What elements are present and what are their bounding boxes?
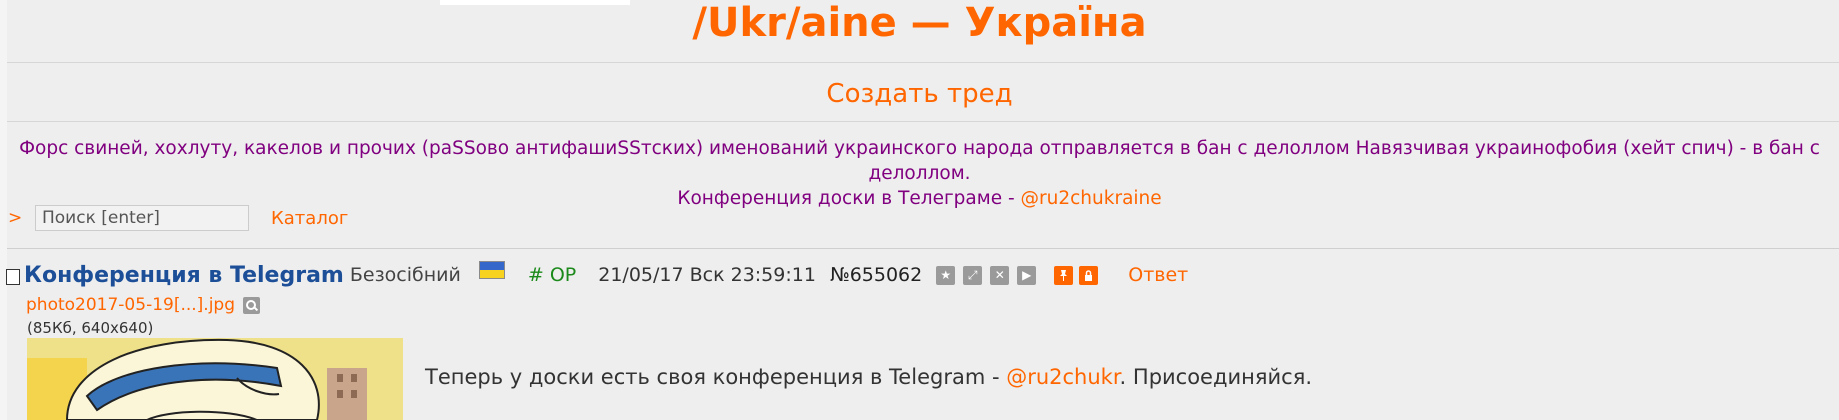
- divider: [7, 248, 1839, 249]
- expand-icon[interactable]: ⤢: [963, 265, 983, 285]
- post-date: 21/05/17 Вск 23:59:11: [598, 264, 816, 286]
- divider: [7, 121, 1839, 122]
- arrow-icon: >: [8, 208, 23, 228]
- board-rules: Форс свиней, хохлуту, какелов и прочих (…: [0, 136, 1839, 211]
- create-thread-link[interactable]: Создать тред: [0, 77, 1839, 111]
- file-link[interactable]: photo2017-05-19[...].jpg: [26, 295, 235, 315]
- post-message: Теперь у доски есть своя конференция в T…: [425, 365, 1312, 389]
- message-text: Теперь у доски есть своя конференция в T…: [425, 365, 1007, 389]
- message-text-end: . Присоединяйся.: [1119, 365, 1313, 389]
- telegram-link[interactable]: @ru2chukr: [1006, 365, 1119, 389]
- rules-line: Форс свиней, хохлуту, какелов и прочих (…: [19, 138, 1820, 184]
- lock-icon[interactable]: [1079, 265, 1099, 285]
- play-icon[interactable]: ▶: [1017, 265, 1037, 285]
- search-image-icon[interactable]: [243, 296, 261, 314]
- pin-icon[interactable]: [1054, 265, 1074, 285]
- catalog-link[interactable]: Каталог: [271, 208, 348, 229]
- search-input[interactable]: [35, 205, 249, 231]
- file-row: photo2017-05-19[...].jpg: [26, 295, 261, 315]
- reply-link[interactable]: Ответ: [1128, 264, 1188, 286]
- file-info: (85Кб, 640x640): [27, 319, 154, 337]
- hide-icon[interactable]: ✕: [990, 265, 1010, 285]
- op-badge: # OP: [527, 264, 577, 286]
- post-actions: ★ ⤢ ✕ ▶: [936, 265, 1104, 285]
- post-subject: Конференция в Telegram: [24, 262, 344, 288]
- divider: [7, 62, 1839, 63]
- telegram-text: Конференция доски в Телеграме -: [677, 188, 1021, 209]
- star-icon[interactable]: ★: [936, 265, 956, 285]
- post-header: Конференция в Telegram Безосібний # OP 2…: [6, 258, 1188, 292]
- post-thumbnail[interactable]: [27, 338, 403, 420]
- telegram-link[interactable]: @ru2chukraine: [1021, 188, 1162, 209]
- search-bar: > Каталог: [8, 202, 348, 234]
- poster-name: Безосібний: [349, 264, 461, 286]
- ukraine-flag-icon: [478, 261, 505, 279]
- board-title: /Ukr/aine — Україна: [692, 0, 1147, 46]
- post-select-checkbox[interactable]: [6, 269, 20, 285]
- post-number[interactable]: №655062: [830, 264, 922, 286]
